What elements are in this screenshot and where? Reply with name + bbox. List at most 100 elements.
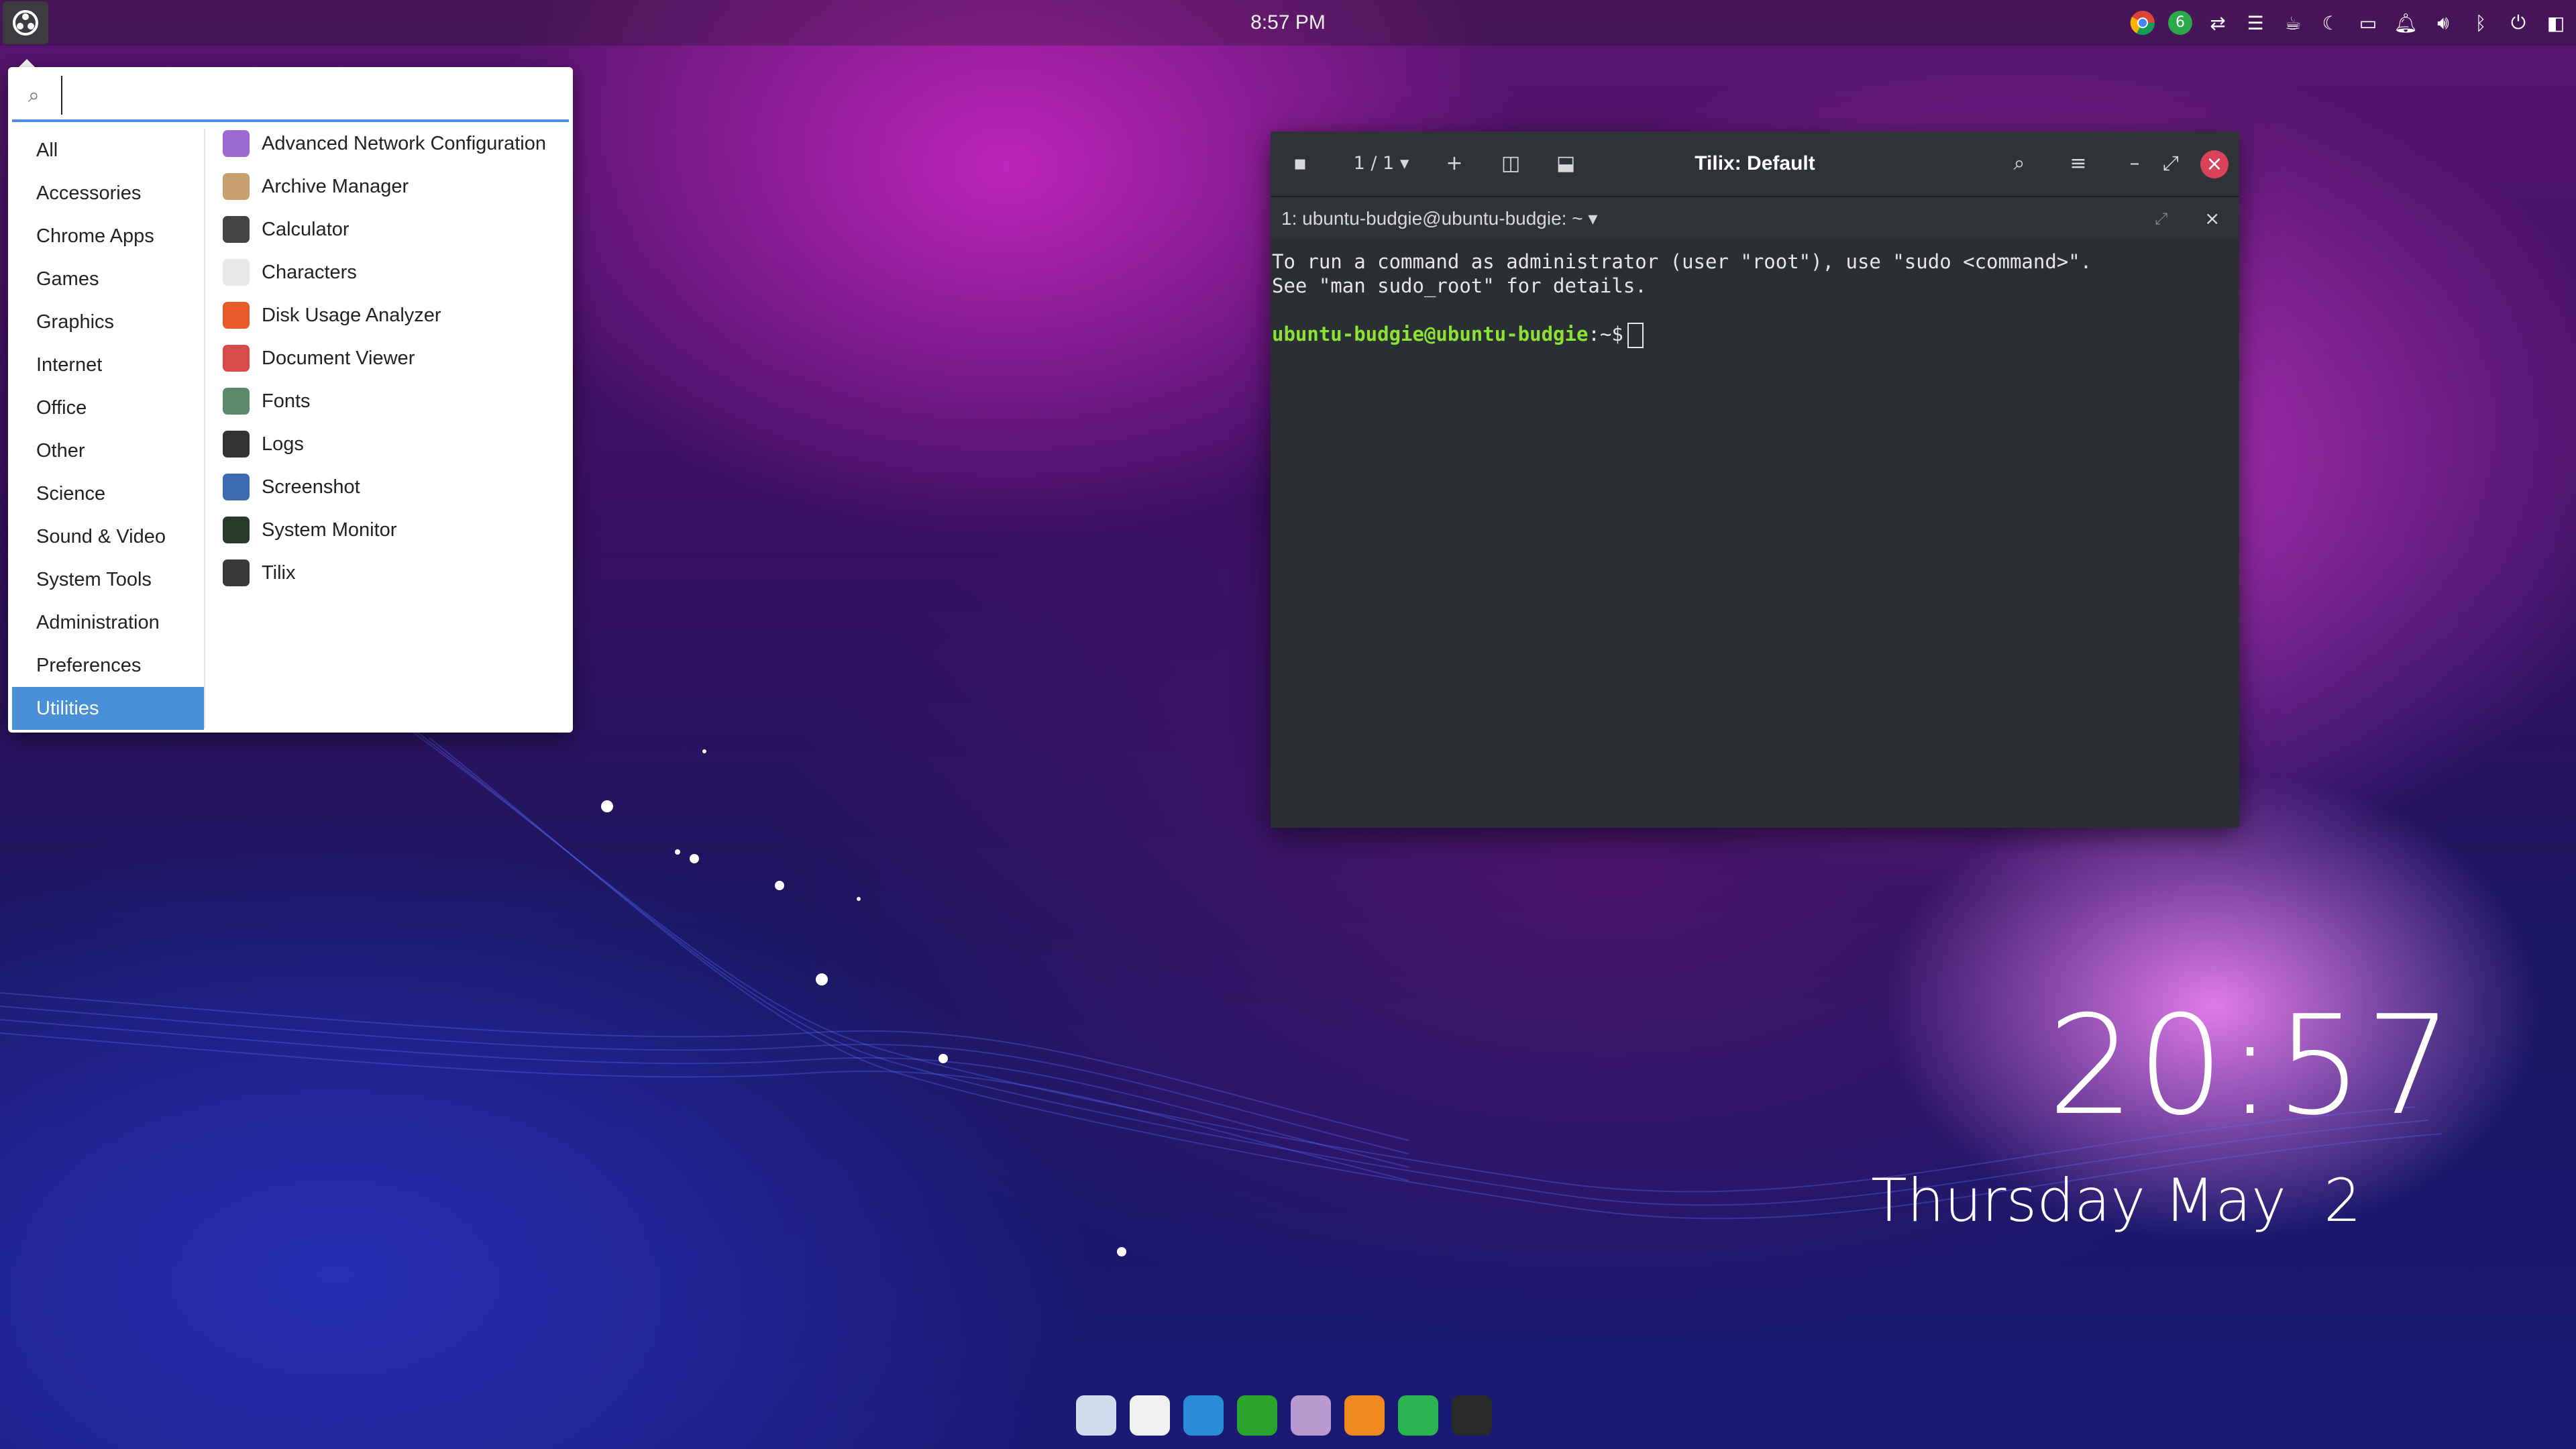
app-label: Fonts (262, 390, 311, 412)
disk-usage-icon (223, 302, 250, 329)
category-chrome-apps[interactable]: Chrome Apps (12, 215, 204, 258)
terminal-line: See "man sudo_root" for details. (1272, 274, 1647, 297)
app-item[interactable]: Screenshot (213, 466, 569, 508)
firefox-icon[interactable] (1344, 1395, 1385, 1436)
text-cursor (1627, 323, 1644, 348)
search-input[interactable] (61, 76, 569, 115)
category-graphics[interactable]: Graphics (12, 301, 204, 343)
category-utilities[interactable]: Utilities (12, 687, 204, 730)
add-session-button[interactable]: + (1440, 148, 1469, 180)
power-icon[interactable]: ⏻ (2504, 8, 2533, 38)
maximize-session-icon[interactable]: ⤢ (2155, 197, 2167, 240)
app-item[interactable]: Advanced Network Configuration (213, 122, 569, 165)
category-all[interactable]: All (12, 129, 204, 172)
notifications-icon[interactable]: 🔔︎ (2391, 8, 2420, 38)
category-preferences[interactable]: Preferences (12, 644, 204, 687)
raven-icon[interactable]: ◧ (2541, 8, 2571, 38)
find-icon[interactable]: ⌕ (2004, 148, 2034, 180)
calculator-icon (223, 216, 250, 243)
volume-icon[interactable]: 🔊︎ (2428, 8, 2458, 38)
category-internet[interactable]: Internet (12, 343, 204, 386)
category-list: All Accessories Chrome Apps Games Graphics In… (12, 129, 205, 730)
hamburger-menu-icon[interactable]: ≡ (2063, 148, 2093, 180)
search-row: ⌕ (12, 71, 569, 122)
update-badge-icon[interactable]: 6 (2165, 8, 2195, 38)
category-games[interactable]: Games (12, 258, 204, 301)
app-list: Advanced Network Configuration Archive Ma… (213, 122, 569, 594)
app-label: Advanced Network Configuration (262, 132, 546, 154)
app-item[interactable]: Document Viewer (213, 337, 569, 380)
tilix-window: ▪ 1 / 1 ▾ + ◫ ⬓ Tilix: Default ⌕ ≡ – ⤢ ×… (1271, 131, 2239, 828)
app-item[interactable]: Disk Usage Analyzer (213, 294, 569, 337)
calc-spreadsheet-icon[interactable] (1237, 1395, 1277, 1436)
music-icon[interactable] (1130, 1395, 1170, 1436)
terminal-line: To run a command as administrator (user … (1272, 250, 2092, 273)
tab-counter[interactable]: 1 / 1 ▾ (1344, 148, 1418, 180)
app-item[interactable]: Fonts (213, 380, 569, 423)
characters-icon (223, 259, 250, 286)
category-office[interactable]: Office (12, 386, 204, 429)
top-panel: 8:57 PM 6 ⇄ ☰ ☕ ☾ ▭ 🔔︎ 🔊︎ ᛒ ⏻ ◧ (0, 0, 2576, 46)
app-label: Logs (262, 433, 304, 455)
document-viewer-icon (223, 345, 250, 372)
minimize-button[interactable]: – (2120, 148, 2149, 180)
bluetooth-icon[interactable]: ᛒ (2466, 8, 2496, 38)
panel-clock[interactable]: 8:57 PM (1221, 0, 1355, 46)
category-administration[interactable]: Administration (12, 601, 204, 644)
close-button[interactable]: × (2200, 150, 2229, 178)
screenshot-icon (223, 474, 250, 500)
menu-lines-icon[interactable]: ☰ (2241, 8, 2270, 38)
files-icon[interactable]: ▭ (2353, 8, 2383, 38)
caffeine-icon[interactable]: ☕ (2278, 8, 2308, 38)
maximize-button[interactable]: ⤢ (2156, 148, 2186, 180)
network-icon[interactable]: ⇄ (2203, 8, 2233, 38)
chrome-icon[interactable] (2128, 8, 2157, 38)
split-right-icon[interactable]: ◫ (1496, 148, 1525, 180)
system-tray: 6 ⇄ ☰ ☕ ☾ ▭ 🔔︎ 🔊︎ ᛒ ⏻ ◧ (2128, 0, 2571, 46)
category-accessories[interactable]: Accessories (12, 172, 204, 215)
app-item[interactable]: Logs (213, 423, 569, 466)
terminal-icon[interactable] (1452, 1395, 1492, 1436)
prompt-path: :~$ (1588, 323, 1623, 345)
session-bar: 1: ubuntu-budgie@ubuntu-budgie: ~ ▾ ⤢ × (1271, 197, 2239, 240)
category-science[interactable]: Science (12, 472, 204, 515)
prompt-user: ubuntu-budgie@ubuntu-budgie (1272, 323, 1589, 345)
app-item[interactable]: Characters (213, 251, 569, 294)
app-item[interactable]: Calculator (213, 208, 569, 251)
category-sound-video[interactable]: Sound & Video (12, 515, 204, 558)
split-down-icon[interactable]: ⬓ (1551, 148, 1580, 180)
app-label: Tilix (262, 561, 296, 584)
category-system-tools[interactable]: System Tools (12, 558, 204, 601)
budgie-logo-icon (13, 10, 38, 36)
session-title[interactable]: 1: ubuntu-budgie@ubuntu-budgie: ~ ▾ (1281, 197, 1597, 240)
sidebar-toggle-icon[interactable]: ▪ (1285, 148, 1315, 180)
close-session-icon[interactable]: × (2204, 197, 2220, 240)
app-item[interactable]: Archive Manager (213, 165, 569, 208)
session-title-label: 1: ubuntu-budgie@ubuntu-budgie: ~ (1281, 208, 1583, 229)
desktop-clock-date: Thursday May 2 (1870, 1166, 2361, 1235)
app-label: Archive Manager (262, 175, 409, 197)
writer-icon[interactable] (1183, 1395, 1224, 1436)
tab-counter-label: 1 / 1 (1353, 153, 1395, 174)
category-other[interactable]: Other (12, 429, 204, 472)
fonts-icon (223, 388, 250, 415)
files-icon[interactable] (1291, 1395, 1331, 1436)
app-item[interactable]: Tilix (213, 551, 569, 594)
budgie-welcome-icon[interactable] (1076, 1395, 1116, 1436)
app-label: Document Viewer (262, 347, 415, 369)
archive-icon (223, 173, 250, 200)
app-item[interactable]: System Monitor (213, 508, 569, 551)
terminal-prompt: ubuntu-budgie@ubuntu-budgie:~$ (1272, 322, 2224, 348)
system-monitor-icon (223, 517, 250, 543)
app-menu-button[interactable] (3, 1, 48, 44)
terminal-output[interactable]: To run a command as administrator (user … (1272, 250, 2224, 348)
tilix-icon (223, 559, 250, 586)
window-titlebar[interactable]: ▪ 1 / 1 ▾ + ◫ ⬓ Tilix: Default ⌕ ≡ – ⤢ × (1271, 131, 2239, 197)
network-config-icon (223, 130, 250, 157)
app-label: System Monitor (262, 519, 397, 541)
app-label: Characters (262, 261, 357, 283)
app-label: Screenshot (262, 476, 360, 498)
night-light-icon[interactable]: ☾ (2316, 8, 2345, 38)
chrome-icon[interactable] (1398, 1395, 1438, 1436)
